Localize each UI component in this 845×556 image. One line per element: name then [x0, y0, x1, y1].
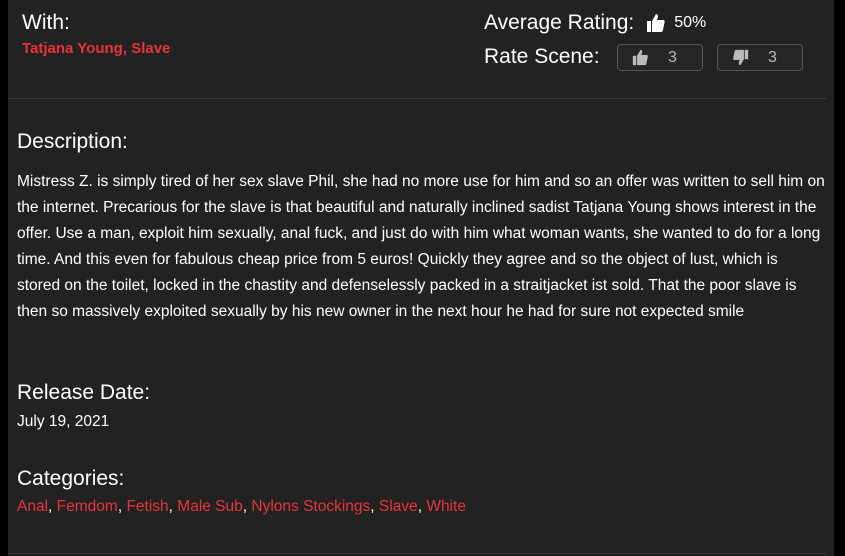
- performer-link-slave[interactable]: Slave: [131, 40, 170, 57]
- thumbs-down-button[interactable]: 3: [717, 44, 803, 71]
- thumbs-down-count: 3: [768, 48, 777, 66]
- thumbs-up-icon: [632, 49, 649, 66]
- average-rating-value: 50%: [674, 14, 707, 31]
- divider: [8, 98, 826, 99]
- thumbs-up-button[interactable]: 3: [617, 44, 703, 71]
- release-date-value: July 19, 2021: [17, 413, 110, 430]
- thumbs-up-count: 3: [668, 48, 677, 66]
- performer-list: Tatjana Young, Slave: [22, 40, 170, 57]
- category-link-anal[interactable]: Anal: [17, 498, 48, 515]
- category-link-slave[interactable]: Slave: [379, 498, 418, 515]
- description-text: Mistress Z. is simply tired of her sex s…: [17, 173, 825, 320]
- performer-link-tatjana-young[interactable]: Tatjana Young: [22, 40, 123, 57]
- category-separator: ,: [48, 498, 57, 515]
- thumbs-down-icon: [732, 49, 749, 66]
- divider: [8, 553, 826, 554]
- category-link-white[interactable]: White: [426, 498, 466, 515]
- category-link-male-sub[interactable]: Male Sub: [177, 498, 242, 515]
- category-list: Anal, Femdom, Fetish, Male Sub, Nylons S…: [17, 498, 466, 516]
- release-date-heading: Release Date:: [17, 381, 151, 404]
- rate-scene-label: Rate Scene:: [484, 45, 600, 68]
- category-separator: ,: [370, 498, 379, 515]
- scene-details-panel: With: Tatjana Young, Slave Average Ratin…: [8, 0, 834, 556]
- category-link-nylons-stockings[interactable]: Nylons Stockings: [251, 498, 370, 515]
- performer-separator: ,: [122, 40, 132, 57]
- with-label: With:: [22, 11, 70, 34]
- category-link-fetish[interactable]: Fetish: [126, 498, 168, 515]
- category-link-femdom[interactable]: Femdom: [57, 498, 118, 515]
- categories-heading: Categories:: [17, 467, 125, 490]
- average-rating: Average Rating: 50%: [484, 11, 706, 35]
- category-separator: ,: [168, 498, 178, 515]
- description-heading: Description:: [17, 130, 128, 153]
- average-rating-label: Average Rating:: [484, 11, 635, 34]
- thumbs-up-icon: [646, 13, 666, 33]
